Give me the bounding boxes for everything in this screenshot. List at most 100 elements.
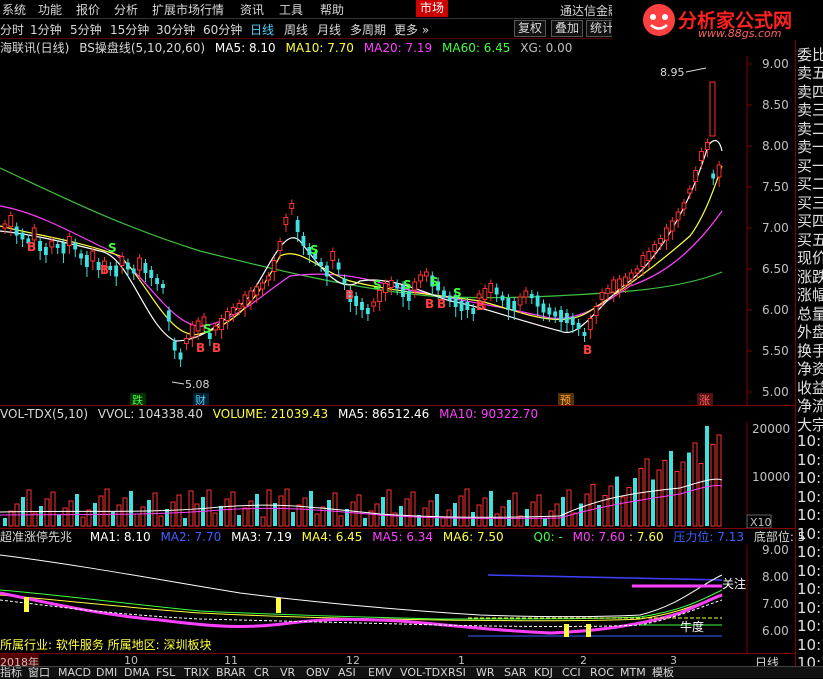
- bottom-tab-trix[interactable]: TRIX: [184, 667, 209, 678]
- volume-bar: [188, 490, 194, 527]
- period-60min[interactable]: 60分钟: [203, 21, 242, 38]
- period-weekly[interactable]: 周线: [284, 21, 308, 38]
- candle-body: [342, 278, 347, 284]
- menu-item-ext-market[interactable]: 扩展市场行情: [152, 1, 224, 18]
- volume-bar: [8, 510, 14, 527]
- volume-bar: [626, 487, 632, 527]
- quote-label: 10:1: [797, 617, 823, 635]
- candle-body: [73, 242, 78, 250]
- menu-item-analysis[interactable]: 分析: [114, 1, 138, 18]
- candle-body: [183, 338, 189, 344]
- period-more-label: 更多: [394, 23, 419, 37]
- bottom-tab-fsl[interactable]: FSL: [156, 667, 175, 678]
- menu-item-function[interactable]: 功能: [38, 1, 62, 18]
- vol-indicator-name[interactable]: VOL-TDX(5,10): [0, 407, 88, 421]
- candle-body: [2, 223, 8, 229]
- period-30min[interactable]: 30分钟: [156, 21, 195, 38]
- volume-chart[interactable]: 20000 10000 X10: [0, 422, 795, 528]
- buy-signal: B: [425, 297, 434, 311]
- bottom-tab-cr[interactable]: CR: [254, 667, 269, 678]
- vol-tick: 10000: [752, 470, 790, 484]
- bottom-tab-dma[interactable]: DMA: [124, 667, 150, 678]
- volume-bar: [122, 497, 128, 527]
- bottom-tab-wr[interactable]: WR: [476, 667, 495, 678]
- candle-body: [260, 282, 265, 290]
- quote-label: 10:1: [797, 524, 823, 543]
- volume-bar: [435, 494, 439, 526]
- candle-body: [587, 318, 593, 330]
- period-fenshi[interactable]: 分时: [0, 21, 24, 38]
- candle-body: [699, 151, 704, 161]
- candle-body: [143, 263, 148, 273]
- ind-m0: M0: 7.60: [572, 530, 626, 544]
- candle-body: [265, 275, 271, 281]
- candle-body: [652, 244, 658, 252]
- candle-body: [371, 301, 377, 307]
- period-15min[interactable]: 15分钟: [110, 21, 149, 38]
- candle-body: [500, 295, 505, 301]
- volume-bar: [302, 497, 308, 527]
- price-chart[interactable]: 9.00 8.50 8.00 7.50 7.00 6.50 6.00 5.50 5.00 8.9…: [0, 56, 795, 406]
- candle-body: [617, 278, 622, 290]
- bottom-tab-macd[interactable]: MACD: [58, 667, 91, 678]
- quote-label: 10:1: [797, 598, 823, 617]
- overlay-button[interactable]: 叠加: [551, 20, 584, 37]
- indicator-name[interactable]: BS操盘线(5,10,20,60): [79, 41, 205, 55]
- indicator-chart[interactable]: 9.00 8.00 7.00 6.00 关注 牛度 所属行业: 软件服务 所属地…: [0, 545, 795, 653]
- period-5min[interactable]: 5分钟: [70, 21, 102, 38]
- quote-label: 10:1: [797, 561, 823, 580]
- bottom-tab-指标[interactable]: 指标: [0, 667, 22, 678]
- xg-value: XG: 0.00: [520, 41, 573, 55]
- volume-bar: [482, 497, 488, 527]
- bottom-tab-brar[interactable]: BRAR: [216, 667, 246, 678]
- candle-body: [90, 250, 96, 262]
- indicator-panel-name[interactable]: 超准涨停先兆: [0, 530, 72, 544]
- bottom-tab-sar[interactable]: SAR: [504, 667, 526, 678]
- period-monthly[interactable]: 月线: [317, 21, 341, 38]
- candle-body: [166, 310, 171, 322]
- menu-item-help[interactable]: 帮助: [320, 1, 344, 18]
- bottom-tab-模板[interactable]: 模板: [652, 667, 674, 678]
- price-tick: 7.50: [762, 180, 789, 194]
- bottom-tab-roc[interactable]: ROC: [590, 667, 614, 678]
- buy-signal: B: [27, 240, 36, 254]
- cow-label: 牛度: [680, 619, 704, 634]
- bottom-tab-emv[interactable]: EMV: [368, 667, 392, 678]
- candle-body: [213, 325, 219, 331]
- price-tick: 6.00: [762, 303, 789, 317]
- period-daily[interactable]: 日线: [250, 21, 274, 38]
- price-tick: 5.00: [762, 385, 789, 399]
- menu-item-news[interactable]: 资讯: [240, 1, 264, 18]
- ind-ma3: MA3: 7.19: [231, 530, 292, 544]
- menu-item-quote[interactable]: 报价: [76, 1, 100, 18]
- bottom-tab-asi[interactable]: ASI: [338, 667, 356, 678]
- bottom-tab-cci[interactable]: CCI: [562, 667, 581, 678]
- menu-item-tools[interactable]: 工具: [279, 1, 303, 18]
- ind-ma4: MA4: 6.45: [301, 530, 363, 544]
- volume-bar: [674, 471, 680, 527]
- candle-body: [669, 220, 675, 232]
- menu-item-market[interactable]: 市场: [416, 0, 449, 17]
- bottom-tab-kdj[interactable]: KDJ: [534, 667, 553, 678]
- bottom-tab-obv[interactable]: OBV: [306, 667, 329, 678]
- period-1min[interactable]: 1分钟: [30, 21, 62, 38]
- period-more[interactable]: 更多 »: [394, 21, 429, 38]
- reinstate-button[interactable]: 复权: [514, 20, 547, 37]
- period-multi[interactable]: 多周期: [350, 21, 386, 38]
- volume-bar: [381, 497, 385, 526]
- ind-tick: 6.00: [762, 624, 789, 638]
- candle-body: [488, 283, 494, 293]
- bottom-tab-窗口[interactable]: 窗口: [28, 667, 50, 678]
- high-price-label: 8.95: [660, 66, 685, 79]
- price-tick: 8.50: [762, 98, 789, 112]
- bottom-tab-vr[interactable]: VR: [280, 667, 295, 678]
- bottom-tab-mtm[interactable]: MTM: [620, 667, 646, 678]
- bottom-tab-rsi[interactable]: RSI: [448, 667, 466, 678]
- price-tick: 9.00: [762, 57, 789, 71]
- volume-bar: [566, 489, 572, 527]
- bottom-tab-vol-tdx[interactable]: VOL-TDX: [400, 667, 448, 678]
- bottom-tab-dmi[interactable]: DMI: [96, 667, 117, 678]
- volume-bar: [687, 452, 691, 526]
- menu-item-system[interactable]: 系统: [2, 1, 26, 18]
- candle-body: [709, 81, 716, 137]
